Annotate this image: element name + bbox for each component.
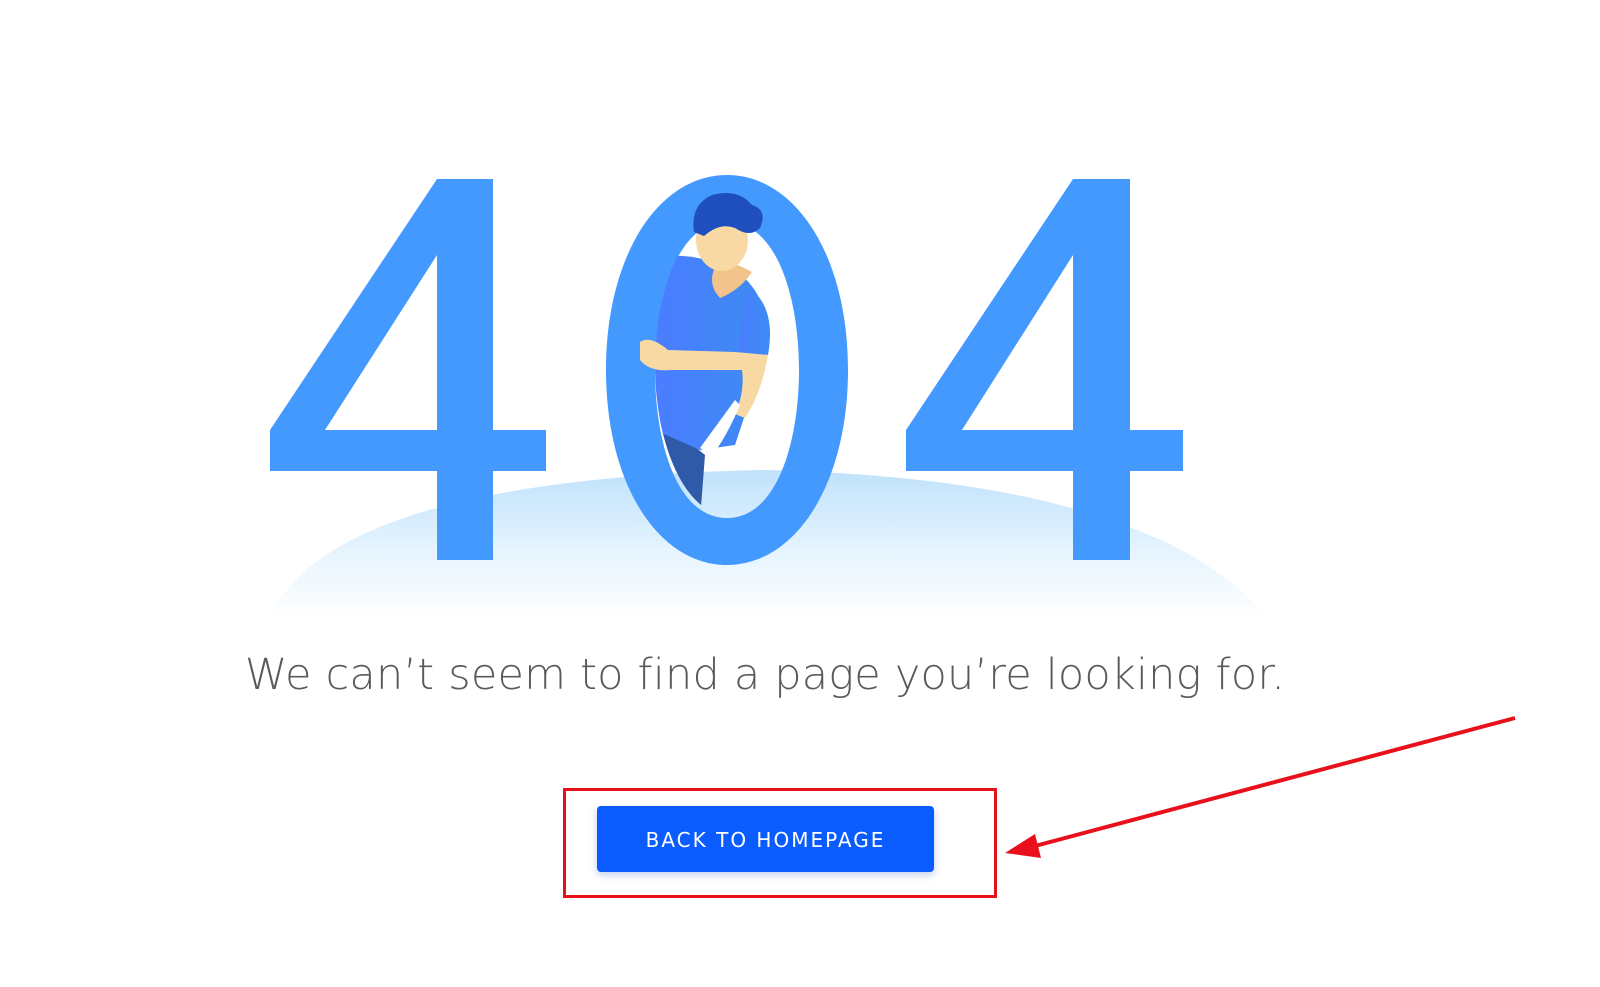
error-404-illustration <box>270 175 1268 618</box>
error-message: We can’t seem to find a page you’re look… <box>244 650 1286 700</box>
back-to-homepage-button[interactable]: BACK TO HOMEPAGE <box>597 806 934 872</box>
error-404-page: We can’t seem to find a page you’re look… <box>0 0 1600 987</box>
